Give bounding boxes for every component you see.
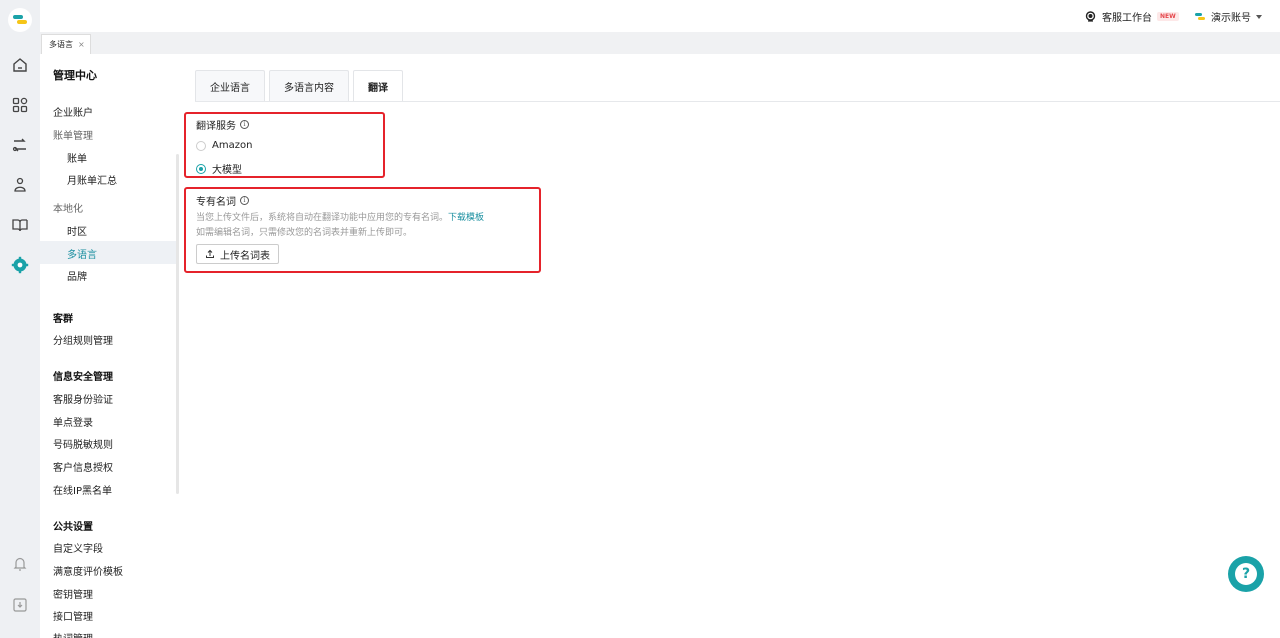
left-rail: [0, 0, 40, 638]
home-icon[interactable]: [11, 56, 29, 74]
glossary-desc-text: 当您上传文件后，系统将自动在翻译功能中应用您的专有名词。: [196, 213, 449, 223]
apps-icon[interactable]: [11, 96, 29, 114]
sidebar-item-monthly-bill[interactable]: 月账单汇总: [67, 172, 117, 187]
page-tab-label: 多语言: [49, 40, 73, 49]
sidebar-item-timezone[interactable]: 时区: [67, 223, 87, 238]
sidebar-item-agent-auth[interactable]: 客服身份验证: [53, 391, 113, 406]
radio-circle[interactable]: [196, 140, 206, 151]
tab-enterprise-language[interactable]: 企业语言: [195, 70, 265, 101]
sidebar-active-highlight: [40, 241, 178, 264]
sidebar-item-brand[interactable]: 品牌: [67, 268, 87, 283]
info-icon[interactable]: i: [240, 196, 249, 205]
sidebar-item-keys[interactable]: 密钥管理: [53, 586, 93, 601]
sidebar-item-api[interactable]: 接口管理: [53, 608, 93, 623]
radio-llm-label: 大模型: [212, 165, 242, 176]
agent-headset-icon: [1085, 11, 1096, 22]
radio-amazon[interactable]: Amazon: [196, 140, 252, 151]
sidebar-item-number-masking[interactable]: 号码脱敏规则: [53, 436, 113, 451]
logo-icon: [13, 15, 27, 24]
content-tabs: 企业语言 多语言内容 翻译: [195, 70, 403, 101]
top-bar: 客服工作台 NEW 演示账号: [40, 0, 1280, 32]
download-icon[interactable]: [11, 596, 29, 614]
sidebar-group-localization: 本地化: [53, 204, 83, 215]
sidebar-title: 管理中心: [53, 69, 97, 82]
main-content: 企业语言 多语言内容 翻译 翻译服务 i Amazon 大模型 专有名词 i 当…: [180, 54, 1280, 638]
info-icon[interactable]: i: [240, 120, 249, 129]
question-icon: ?: [1235, 563, 1257, 585]
user-group-icon[interactable]: [11, 176, 29, 194]
radio-circle-selected[interactable]: [196, 163, 206, 174]
glossary-desc-line2: 如需编辑名词，只需修改您的名词表并重新上传即可。: [196, 228, 413, 238]
sidebar-item-group-rules[interactable]: 分组规则管理: [53, 332, 113, 347]
sidebar-item-enterprise-account[interactable]: 企业账户: [53, 104, 93, 119]
tab-multilang-content[interactable]: 多语言内容: [269, 70, 349, 101]
new-badge: NEW: [1157, 12, 1179, 21]
page-tab-strip: 多语言 ×: [40, 32, 1280, 54]
glossary-desc-line1: 当您上传文件后，系统将自动在翻译功能中应用您的专有名词。下载模板: [196, 210, 484, 223]
glossary-label: 专有名词: [196, 197, 236, 208]
app-logo[interactable]: [8, 8, 32, 32]
sidebar-group-billing: 账单管理: [53, 131, 93, 142]
sidebar-item-customer-auth[interactable]: 客户信息授权: [53, 459, 113, 474]
sidebar-head-customer-group: 客群: [53, 314, 73, 325]
sidebar-head-security: 信息安全管理: [53, 372, 113, 383]
upload-icon: [206, 249, 214, 258]
sidebar-item-sso[interactable]: 单点登录: [53, 414, 93, 429]
upload-glossary-button[interactable]: 上传名词表: [196, 244, 279, 264]
sidebar-item-custom-fields[interactable]: 自定义字段: [53, 540, 103, 555]
sidebar: 管理中心 企业账户 账单管理 账单 月账单汇总 本地化 时区 多语言 品牌 客群…: [40, 54, 180, 638]
sidebar-item-ip-blacklist[interactable]: 在线IP黑名单: [53, 482, 112, 497]
sidebar-item-multilang[interactable]: 多语言: [67, 246, 97, 261]
account-label: 演示账号: [1211, 13, 1251, 24]
sidebar-item-satisfaction[interactable]: 满意度评价模板: [53, 563, 123, 578]
chevron-down-icon: [1256, 14, 1262, 19]
workbench-label: 客服工作台: [1102, 13, 1152, 24]
translation-service-title: 翻译服务 i: [196, 117, 249, 132]
translation-service-label: 翻译服务: [196, 121, 236, 132]
workbench-link[interactable]: 客服工作台 NEW: [1084, 9, 1179, 24]
tabs-divider: [195, 101, 1280, 102]
sidebar-scrollbar[interactable]: [176, 154, 179, 494]
download-template-link[interactable]: 下载模板: [448, 213, 484, 223]
settings-gear-icon[interactable]: [11, 256, 29, 274]
radio-llm[interactable]: 大模型: [196, 161, 242, 176]
upload-glossary-label: 上传名词表: [220, 250, 270, 262]
account-avatar-icon: [1195, 12, 1205, 20]
sidebar-item-hotwords[interactable]: 热词管理: [53, 630, 93, 638]
page-tab-multilang[interactable]: 多语言 ×: [41, 34, 91, 54]
book-icon[interactable]: [11, 216, 29, 234]
routing-icon[interactable]: [11, 136, 29, 154]
help-button[interactable]: ?: [1228, 556, 1264, 592]
account-menu[interactable]: 演示账号: [1194, 9, 1262, 24]
sidebar-item-bill[interactable]: 账单: [67, 150, 87, 165]
radio-amazon-label: Amazon: [212, 140, 253, 151]
glossary-title: 专有名词 i: [196, 193, 249, 208]
sidebar-head-public-settings: 公共设置: [53, 522, 93, 533]
close-icon[interactable]: ×: [78, 40, 85, 49]
bell-icon[interactable]: [11, 555, 29, 573]
tab-translation[interactable]: 翻译: [353, 70, 403, 101]
